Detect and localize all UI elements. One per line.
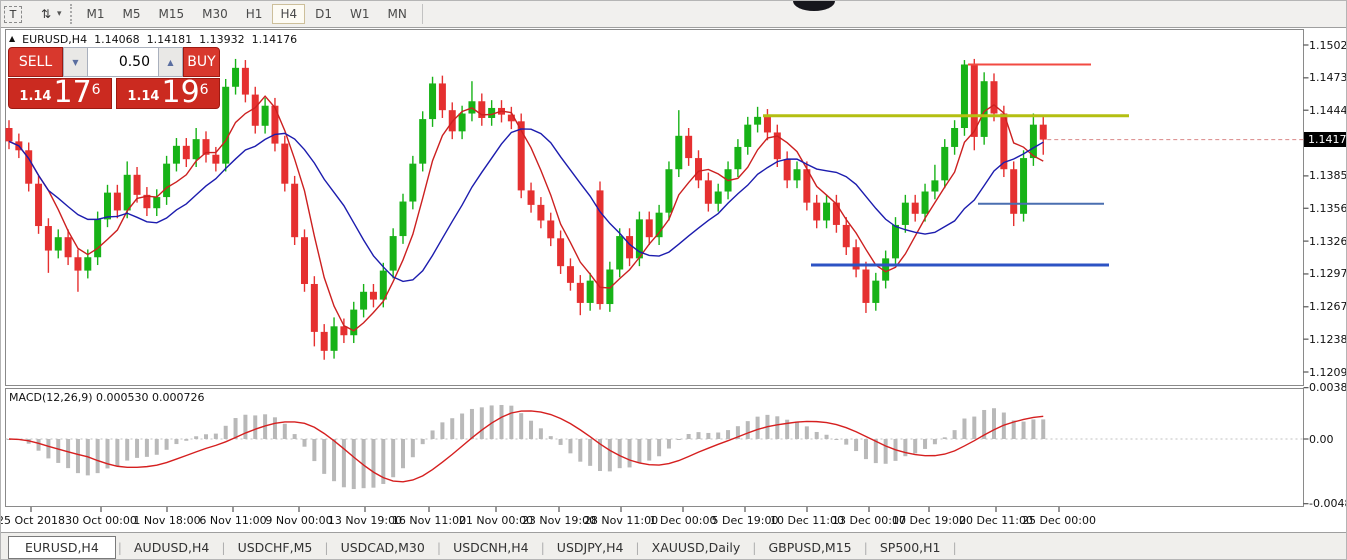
volume-decrease-button[interactable]: ▼ bbox=[63, 47, 88, 77]
high-value: 1.14181 bbox=[146, 33, 193, 46]
tab-separator: | bbox=[221, 540, 226, 555]
macd-axis-label: -0.004856 bbox=[1309, 497, 1346, 511]
timeframe-button-w1[interactable]: W1 bbox=[342, 4, 378, 24]
price-axis-label: 1.13265 bbox=[1309, 234, 1347, 248]
volume-increase-button[interactable]: ▲ bbox=[158, 47, 183, 77]
buy-price-prefix: 1.14 bbox=[127, 89, 160, 104]
toolbar: T ⇅ ▾ M1 M5 M15 M30 H1 H4 D1 W1 MN bbox=[1, 1, 1346, 28]
timeframe-button-d1[interactable]: D1 bbox=[307, 4, 340, 24]
price-axis-label: 1.15025 bbox=[1309, 38, 1347, 52]
chart-tab-audusd-h4[interactable]: AUDUSD,H4 bbox=[124, 537, 219, 558]
low-value: 1.13932 bbox=[199, 33, 245, 46]
macd-axis-label: 0.00 bbox=[1309, 432, 1334, 446]
tab-separator: | bbox=[436, 540, 442, 555]
chart-tab-usdjpy-h4[interactable]: USDJPY,H4 bbox=[547, 537, 634, 558]
price-axis-label: 1.14440 bbox=[1309, 103, 1347, 117]
one-click-trading-widget: SELL ▼ 0.50 ▲ BUY 1.14 17 6 1.14 19 6 bbox=[8, 47, 220, 109]
buy-price-big: 19 bbox=[161, 75, 200, 110]
timeframe-button-mn[interactable]: MN bbox=[380, 4, 415, 24]
tab-separator: | bbox=[952, 540, 957, 555]
collapse-icon: ▲ bbox=[9, 34, 16, 43]
macd-axis-label: 0.003847 bbox=[1309, 381, 1347, 395]
sell-button[interactable]: SELL bbox=[8, 47, 63, 77]
tab-separator: | bbox=[752, 540, 757, 555]
chart-title-bar[interactable]: ▲ EURUSD,H4 1.14068 1.14181 1.13932 1.14… bbox=[9, 33, 297, 46]
price-axis-label: 1.14730 bbox=[1309, 71, 1347, 85]
chart-tab-bar: EURUSD,H4 | AUDUSD,H4 | USDCHF,M5 | USDCAD,M30… bbox=[1, 532, 1346, 559]
volume-input[interactable]: 0.50 bbox=[88, 47, 158, 77]
tab-separator: | bbox=[863, 540, 868, 555]
chart-tab-gbpusd-m15[interactable]: GBPUSD,M15 bbox=[758, 537, 861, 558]
chart-tab-usdcnh-h4[interactable]: USDCNH,H4 bbox=[443, 537, 539, 558]
sell-price-sup: 6 bbox=[91, 82, 101, 98]
toolbar-separator bbox=[421, 4, 423, 24]
text-tool-icon[interactable]: T bbox=[4, 5, 22, 23]
price-axis-label: 1.13560 bbox=[1309, 201, 1347, 215]
open-value: 1.14068 bbox=[94, 33, 140, 46]
sell-price-big: 17 bbox=[53, 75, 92, 110]
chart-tab-usdcad-m30[interactable]: USDCAD,M30 bbox=[331, 537, 435, 558]
macd-panel-frame bbox=[5, 388, 1304, 507]
chart-tab-sp500-h1[interactable]: SP500,H1 bbox=[870, 537, 951, 558]
timeframe-button-group: M1 M5 M15 M30 H1 H4 D1 W1 MN bbox=[78, 4, 416, 24]
trading-platform-window: T ⇅ ▾ M1 M5 M15 M30 H1 H4 D1 W1 MN ▲ EURUSD,H4 1… bbox=[0, 0, 1347, 560]
chart-tab-usdchf-m5[interactable]: USDCHF,M5 bbox=[228, 537, 323, 558]
timeframe-button-m1[interactable]: M1 bbox=[79, 4, 113, 24]
tab-separator: | bbox=[117, 540, 122, 555]
sell-price-display[interactable]: 1.14 17 6 bbox=[8, 78, 112, 109]
timeframe-button-h4[interactable]: H4 bbox=[272, 4, 306, 24]
buy-price-sup: 6 bbox=[199, 82, 209, 98]
buy-button[interactable]: BUY bbox=[183, 47, 220, 77]
price-axis-label: 1.12675 bbox=[1309, 300, 1347, 314]
price-axis-label: 1.12090 bbox=[1309, 365, 1347, 379]
sell-price-prefix: 1.14 bbox=[19, 89, 52, 104]
price-axis-label: 1.13850 bbox=[1309, 169, 1347, 183]
toolbar-drag-handle[interactable] bbox=[69, 4, 72, 24]
close-value: 1.14176 bbox=[251, 33, 298, 46]
symbol-period-label: EURUSD,H4 bbox=[22, 33, 88, 46]
macd-indicator-label: MACD(12,26,9) 0.000530 0.000726 bbox=[9, 391, 205, 404]
current-price-tag: 1.14176 bbox=[1304, 132, 1346, 148]
price-axis-label: 1.12970 bbox=[1309, 267, 1347, 281]
timeframe-button-h1[interactable]: H1 bbox=[238, 4, 271, 24]
buy-price-display[interactable]: 1.14 19 6 bbox=[116, 78, 220, 109]
chart-tab-xauusd-daily[interactable]: XAUUSD,Daily bbox=[642, 537, 751, 558]
price-axis-label: 1.12385 bbox=[1309, 332, 1347, 346]
timeframe-button-m15[interactable]: M15 bbox=[151, 4, 193, 24]
timeframe-button-m5[interactable]: M5 bbox=[115, 4, 149, 24]
dropdown-caret-icon: ▾ bbox=[57, 9, 62, 19]
cursor-tool-icon: ⇅ bbox=[40, 7, 52, 21]
timeframe-button-m30[interactable]: M30 bbox=[194, 4, 236, 24]
date-axis-label: 25 Dec 00:00 bbox=[1022, 514, 1096, 527]
tab-separator: | bbox=[324, 540, 329, 555]
tab-separator: | bbox=[635, 540, 640, 555]
chart-tab-eurusd-h4[interactable]: EURUSD,H4 bbox=[8, 536, 116, 559]
cursor-tool-button[interactable]: ⇅ ▾ bbox=[34, 5, 62, 23]
tab-separator: | bbox=[540, 540, 545, 555]
